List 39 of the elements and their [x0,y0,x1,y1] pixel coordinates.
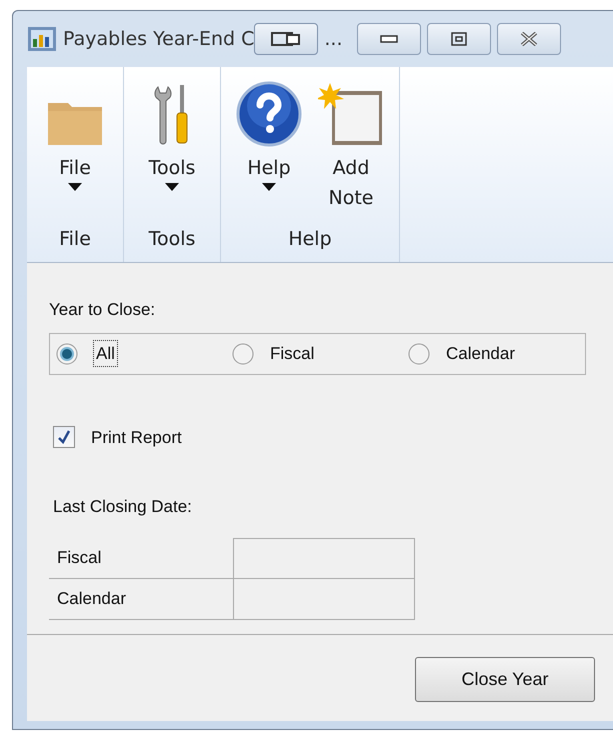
ribbon-group-label: Help [287,227,333,252]
ribbon-button[interactable]: Help [231,75,307,225]
new-note-icon [318,81,384,147]
minimize-button[interactable] [356,23,421,55]
radio-label: Fiscal [270,342,314,365]
title-ellipsis: ... [324,26,343,52]
ribbon-group-label: Tools [148,227,196,252]
date-field[interactable] [233,538,415,578]
check-icon [57,430,71,444]
ribbon-button[interactable]: Tools [134,75,210,225]
dropdown-arrow-icon [262,183,276,191]
window-switch-button[interactable] [254,23,318,55]
section-label: Last Closing Date: [52,496,193,518]
radio-label: Calendar [446,342,515,365]
close-button[interactable] [496,23,561,55]
ribbon-button[interactable]: Add Note [313,75,389,225]
dropdown-arrow-icon [68,183,82,191]
checkbox[interactable] [53,426,75,448]
radio-button[interactable] [408,342,430,364]
section-label: Year to Close: [49,299,156,321]
window-title: Payables Year-End C [63,26,254,52]
maximize-button[interactable] [426,23,491,55]
minimize-icon [380,35,398,43]
maximize-icon [450,32,467,46]
radio-button[interactable] [56,342,78,364]
help-icon [236,81,302,147]
ribbon-button[interactable]: File [37,75,113,225]
date-field[interactable] [233,578,415,618]
close-icon [518,32,539,46]
close-year-button[interactable]: Close Year [415,656,595,702]
checkbox-label: Print Report [91,426,182,448]
radio-button[interactable] [232,342,254,364]
radio-label: All [94,340,117,366]
window-switch-icon [271,31,302,47]
row-label: Fiscal [56,546,102,569]
app-icon [27,25,57,53]
dropdown-arrow-icon [165,183,179,191]
row-label: Calendar [56,588,127,610]
ribbon-group-label: File [58,227,92,252]
